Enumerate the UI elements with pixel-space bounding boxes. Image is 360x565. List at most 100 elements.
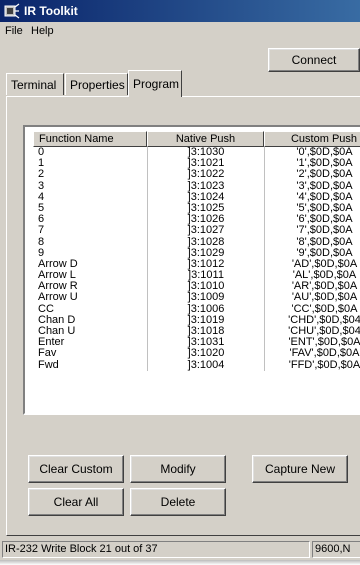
table-row[interactable]: 5 ]3:1025'5',$0D,$0A <box>33 202 360 215</box>
tab-terminal[interactable]: Terminal <box>6 73 64 95</box>
native-push-cell: ]3:1009 <box>147 292 264 304</box>
custom-push-cell: '6',$0D,$0A <box>264 214 360 226</box>
column-header-function-name[interactable]: Function Name <box>33 131 147 147</box>
table-row[interactable]: Arrow R ]3:1010 'AR',$0D,$0A <box>33 281 360 293</box>
native-push-cell: ]3:1023 <box>147 180 264 192</box>
title-bar[interactable]: IR Toolkit <box>0 0 360 22</box>
table-row[interactable]: 4 ]3:1024'4',$0D,$0A <box>33 191 360 203</box>
function-name-cell: Arrow D <box>38 258 78 270</box>
table-row[interactable]: CC ]3:1006 'CC',$0D,$0A <box>33 303 360 315</box>
function-name-cell: 4 <box>38 191 45 203</box>
custom-push-cell: '4',$0D,$0A <box>264 191 360 203</box>
column-header-custom-push[interactable]: Custom Push <box>264 131 360 147</box>
native-push-cell: ]3:1006 <box>147 303 264 315</box>
custom-push-cell: 'AR',$0D,$0A <box>264 281 360 293</box>
native-push-cell: ]3:1027 <box>147 225 264 237</box>
custom-push-cell: 'AD',$0D,$0A <box>264 258 360 271</box>
function-name-cell: Fwd <box>38 359 59 371</box>
list-header: Function Name Native Push Custom Push <box>33 131 360 147</box>
custom-push-cell: 'FAV',$0D,$0A <box>264 348 360 360</box>
program-tab-panel: Function Name Native Push Custom Push 0]… <box>6 96 360 536</box>
table-row[interactable]: Chan U]3:1018 'CHU',$0D,$04 <box>33 326 360 338</box>
table-row[interactable]: Arrow U ]3:1009 'AU',$0D,$0A <box>33 292 360 304</box>
function-name-cell: 2 <box>38 169 45 181</box>
custom-push-cell: '0',$0D,$0A <box>264 147 360 159</box>
function-name-cell: Arrow R <box>38 281 78 293</box>
function-name-cell: CC <box>38 303 54 315</box>
menu-bar: File Help <box>0 22 360 42</box>
native-push-cell: ]3:1011 <box>147 270 264 282</box>
table-row[interactable]: 3 ]3:1023'3',$0D,$0A <box>33 180 360 192</box>
custom-push-cell: '9',$0D,$0A <box>264 247 360 259</box>
native-push-cell: ]3:1018 <box>147 326 264 338</box>
table-row[interactable]: Fav ]3:1020 'FAV',$0D,$0A <box>33 348 360 360</box>
tab-program[interactable]: Program <box>128 70 182 97</box>
native-push-cell: ]3:1010 <box>147 281 264 293</box>
function-list[interactable]: Function Name Native Push Custom Push 0]… <box>23 125 360 415</box>
table-row[interactable]: 9]3:1029'9',$0D,$0A <box>33 247 360 259</box>
function-name-cell: Chan D <box>38 314 76 326</box>
status-message: IR-232 Write Block 21 out of 37 <box>2 541 310 558</box>
function-name-cell: 3 <box>38 180 45 192</box>
delete-button[interactable]: Delete <box>130 488 226 516</box>
native-push-cell: ]3:1025 <box>147 202 264 215</box>
native-push-cell: ]3:1031 <box>147 337 264 349</box>
native-push-cell: ]3:1012 <box>147 258 264 271</box>
custom-push-cell: 'FFD',$0D,$0A <box>264 359 360 371</box>
custom-push-cell: '5',$0D,$0A <box>264 202 360 215</box>
clear-custom-button[interactable]: Clear Custom <box>28 455 124 483</box>
status-bar: IR-232 Write Block 21 out of 37 9600,N <box>2 541 360 558</box>
custom-push-cell: '2',$0D,$0A <box>264 169 360 181</box>
window-title: IR Toolkit <box>24 4 78 18</box>
table-row[interactable]: Fwd ]3:1004 'FFD',$0D,$0A <box>33 359 360 371</box>
table-row[interactable]: Arrow L ]3:1011 'AL',$0D,$0A <box>33 270 360 282</box>
table-row[interactable]: Enter ]3:1031 'ENT',$0D,$0A <box>33 337 360 349</box>
window-shadow <box>0 560 360 565</box>
custom-push-cell: 'ENT',$0D,$0A <box>264 337 360 349</box>
function-name-cell: Fav <box>38 348 57 360</box>
function-name-cell: 8 <box>38 236 45 248</box>
custom-push-cell: '1',$0D,$0A <box>264 158 360 170</box>
clear-all-button[interactable]: Clear All <box>28 488 124 516</box>
function-name-cell: 5 <box>38 202 45 214</box>
capture-new-button[interactable]: Capture New <box>252 455 348 483</box>
function-name-cell: 0 <box>38 147 45 158</box>
custom-push-cell: 'AU',$0D,$0A <box>264 292 360 304</box>
app-icon <box>4 3 20 19</box>
custom-push-cell: 'CHU',$0D,$04 <box>264 326 360 338</box>
table-row[interactable]: 8]3:1028'8',$0D,$0A <box>33 236 360 248</box>
function-name-cell: 1 <box>38 158 45 170</box>
custom-push-cell: 'CHD',$0D,$04 <box>264 314 360 326</box>
function-name-cell: 6 <box>38 214 45 226</box>
table-row[interactable]: 2]3:1022'2',$0D,$0A <box>33 169 360 181</box>
function-name-cell: 7 <box>38 225 45 237</box>
column-header-native-push[interactable]: Native Push <box>147 131 264 147</box>
table-row[interactable]: 7]3:1027'7',$0D,$0A <box>33 225 360 237</box>
custom-push-cell: 'CC',$0D,$0A <box>264 303 360 315</box>
function-name-cell: Arrow L <box>38 270 76 282</box>
table-row[interactable]: 0]3:1030'0',$0D,$0A <box>33 147 360 159</box>
native-push-cell: ]3:1020 <box>147 348 264 360</box>
native-push-cell: ]3:1029 <box>147 247 264 259</box>
tab-properties[interactable]: Properties <box>65 73 128 95</box>
table-row[interactable]: Arrow D ]3:1012 'AD',$0D,$0A <box>33 258 360 271</box>
table-row[interactable]: Chan D ]3:1019 'CHD',$0D,$04 <box>33 314 360 326</box>
native-push-cell: ]3:1028 <box>147 236 264 248</box>
native-push-cell: ]3:1021 <box>147 158 264 170</box>
status-port-settings: 9600,N <box>312 541 360 558</box>
function-name-cell: Enter <box>38 337 65 349</box>
connect-button[interactable]: Connect <box>268 48 360 72</box>
table-row[interactable]: 6]3:1026'6',$0D,$0A <box>33 214 360 226</box>
app-window: IR Toolkit File Help Connect Terminal Pr… <box>0 0 360 565</box>
modify-button[interactable]: Modify <box>130 455 226 483</box>
native-push-cell: ]3:1004 <box>147 359 264 371</box>
list-rows: 0]3:1030'0',$0D,$0A 1]3:1021'1',$0D,$0A 2]… <box>33 147 360 371</box>
menu-help[interactable]: Help <box>28 25 57 37</box>
table-row[interactable]: 1 ]3:1021'1',$0D,$0A <box>33 158 360 170</box>
custom-push-cell: '3',$0D,$0A <box>264 180 360 192</box>
function-name-cell: Arrow U <box>38 292 78 304</box>
custom-push-cell: 'AL',$0D,$0A <box>264 270 360 282</box>
native-push-cell: ]3:1024 <box>147 191 264 203</box>
menu-file[interactable]: File <box>2 25 26 37</box>
native-push-cell: ]3:1019 <box>147 314 264 326</box>
